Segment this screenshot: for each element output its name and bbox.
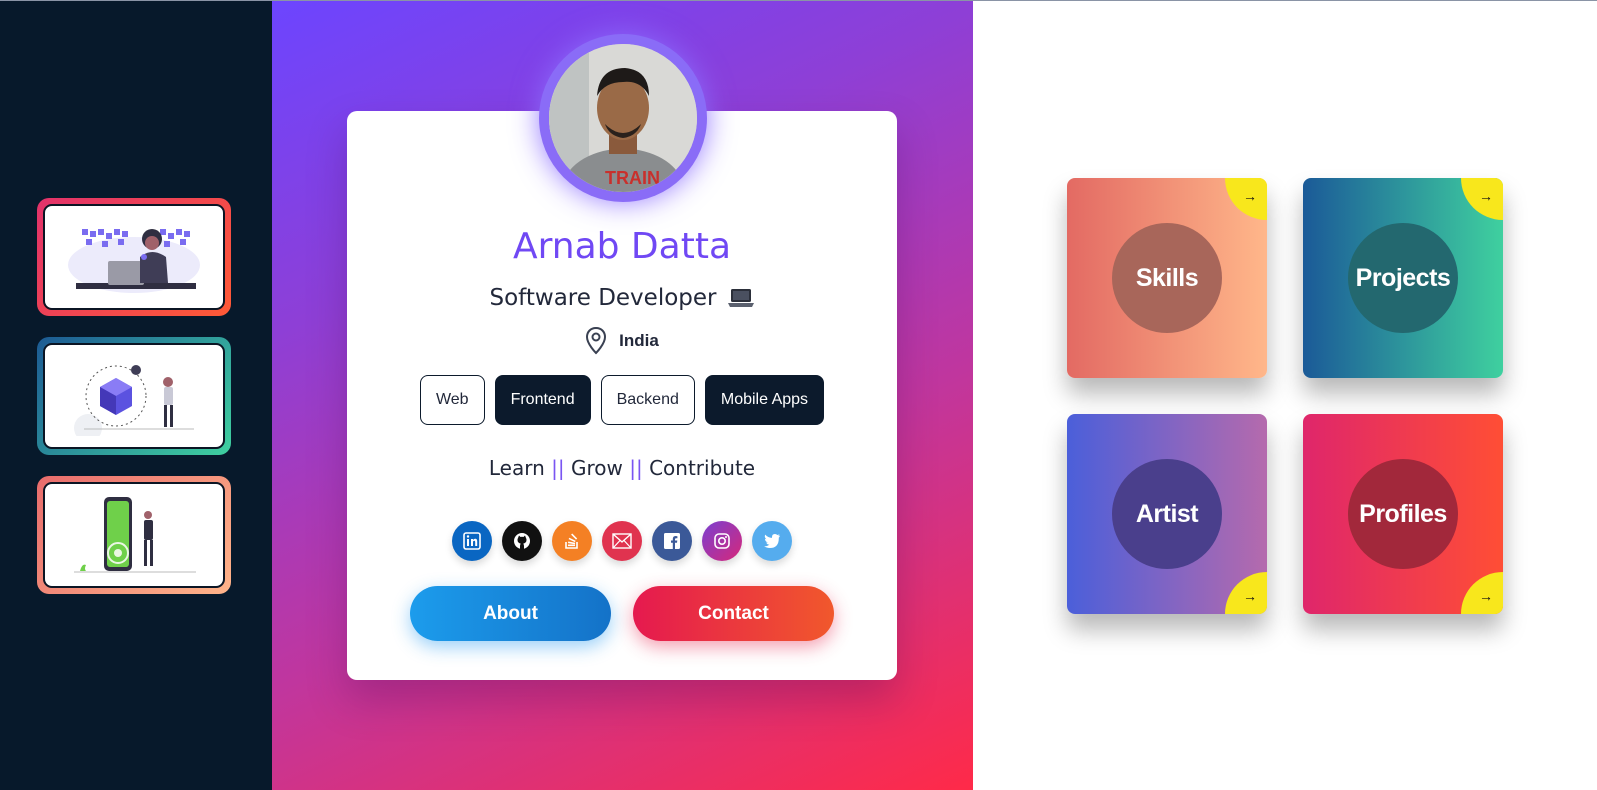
top-border [0,0,1597,1]
projects-tile[interactable]: Projects → [1303,178,1503,378]
instagram-icon[interactable] [702,521,742,561]
profile-name: Arnab Datta [512,226,732,267]
linkedin-icon[interactable] [452,521,492,561]
motto-learn: Learn [488,456,545,480]
social-links [347,521,897,561]
skills-label: Skills [1112,223,1222,333]
mobile-illustration [74,497,196,573]
avatar-ring: TRAIN [539,34,707,202]
cube-illustration [74,365,194,436]
motto: Learn || Grow || Contribute [347,456,897,480]
tag-backend[interactable]: Backend [600,375,695,425]
projects-label: Projects [1348,223,1458,333]
stackoverflow-icon[interactable] [552,521,592,561]
profiles-label: Profiles [1348,459,1458,569]
motto-grow: Grow [571,456,623,480]
action-buttons: About Contact [347,586,897,641]
arrow-right-icon: → [1225,572,1267,614]
sidebar [0,0,272,790]
motto-separator: || [551,456,565,480]
mail-icon[interactable] [602,521,642,561]
arrow-right-icon: → [1225,178,1267,220]
thumbnail-mobile[interactable] [37,476,231,594]
thumbnail-blockchain[interactable] [37,337,231,455]
location: India [347,326,897,356]
profile-photo: TRAIN [549,44,697,192]
location-text: India [619,331,659,350]
avatar: TRAIN [549,44,697,192]
arrow-right-icon: → [1461,178,1503,220]
tag-web[interactable]: Web [419,375,485,425]
arrow-right-icon: → [1461,572,1503,614]
about-button[interactable]: About [410,586,611,641]
role-text: Software Developer [489,285,717,311]
profiles-tile[interactable]: Profiles → [1303,414,1503,614]
profile-role: Software Developer [347,285,897,311]
tag-mobile-apps[interactable]: Mobile Apps [704,375,825,425]
motto-separator: || [629,456,643,480]
artist-tile[interactable]: Artist → [1067,414,1267,614]
developer-illustration [68,229,200,293]
artist-label: Artist [1112,459,1222,569]
location-pin-icon [586,326,607,355]
github-icon[interactable] [502,521,542,561]
motto-contribute: Contribute [649,456,756,480]
laptop-icon [727,289,754,307]
contact-button[interactable]: Contact [633,586,834,641]
twitter-icon[interactable] [752,521,792,561]
skills-tile[interactable]: Skills → [1067,178,1267,378]
thumbnail-developer[interactable] [37,198,231,316]
facebook-icon[interactable] [652,521,692,561]
skill-tags: Web Frontend Backend Mobile Apps [347,375,897,425]
svg-text:TRAIN: TRAIN [605,168,660,188]
hero-panel: TRAIN Arnab Datta Software Developer Ind… [272,0,973,790]
tag-frontend[interactable]: Frontend [494,375,591,425]
